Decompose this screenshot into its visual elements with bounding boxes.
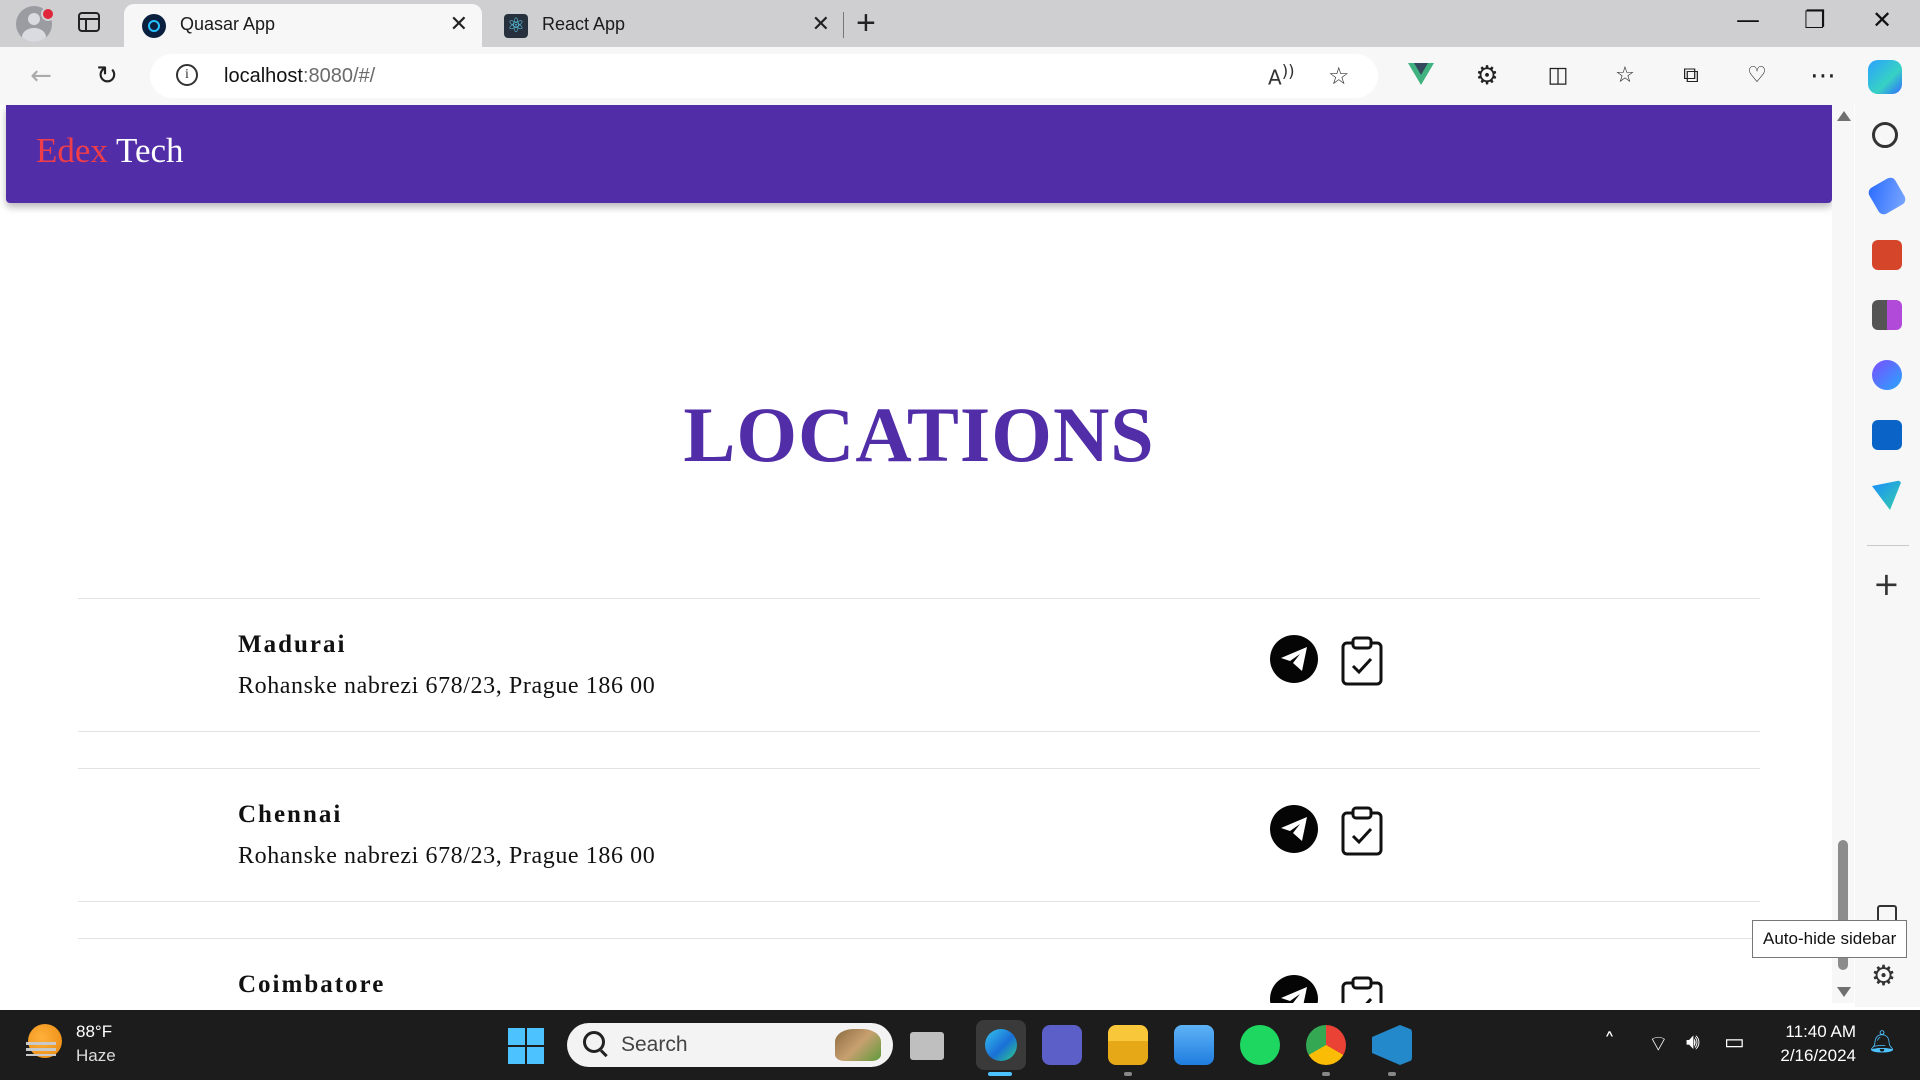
- list-item: Coimbatore: [78, 938, 1760, 1003]
- vue-devtools-icon[interactable]: [1408, 63, 1434, 85]
- list-item: Madurai Rohanske nabrezi 678/23, Prague …: [78, 598, 1760, 732]
- search-placeholder: Search: [621, 1033, 688, 1056]
- react-logo-icon: [504, 13, 528, 38]
- windows-start-icon[interactable]: [508, 1028, 544, 1064]
- drop-icon[interactable]: [1872, 480, 1902, 510]
- running-app-indicator: [1322, 1072, 1330, 1076]
- favorites-icon[interactable]: ☆: [1608, 59, 1642, 93]
- telegram-send-icon[interactable]: [1270, 635, 1318, 683]
- spotify-icon[interactable]: [1240, 1025, 1280, 1065]
- edge-taskbar-button[interactable]: [976, 1020, 1026, 1070]
- games-icon[interactable]: [1872, 300, 1902, 330]
- more-options-icon[interactable]: ⋯: [1806, 59, 1840, 93]
- minimize-button[interactable]: —: [1736, 6, 1760, 34]
- tab-title: Quasar App: [180, 14, 276, 34]
- location-name: Coimbatore: [238, 971, 386, 998]
- extensions-icon[interactable]: ⚙: [1470, 59, 1504, 93]
- tab-separator: [843, 12, 844, 38]
- notification-bell-icon[interactable]: 🔔︎: [1868, 1030, 1896, 1055]
- scroll-down-arrow-icon[interactable]: [1837, 987, 1851, 997]
- battery-icon[interactable]: ▭: [1724, 1030, 1745, 1055]
- page-title: LOCATIONS: [683, 391, 1155, 479]
- telegram-send-icon[interactable]: [1270, 805, 1318, 853]
- sidebar-tooltip: Auto-hide sidebar: [1752, 920, 1908, 958]
- clock-time: 11:40 AM: [1785, 1022, 1856, 1041]
- wifi-icon[interactable]: ⌔: [1648, 1030, 1669, 1058]
- location-name: Madurai: [238, 631, 347, 658]
- search-icon[interactable]: [1872, 122, 1898, 148]
- browser-tab-strip: Quasar App ✕ React App ✕ + — ❐ ✕: [0, 0, 1920, 47]
- quasar-logo-icon: [142, 14, 166, 38]
- tools-icon[interactable]: [1872, 240, 1902, 270]
- search-highlight-image: [835, 1029, 881, 1061]
- running-app-indicator: [1388, 1072, 1396, 1076]
- clock-date: 2/16/2024: [1780, 1046, 1856, 1065]
- address-bar[interactable]: i localhost:8080/#/ A)) ☆: [150, 54, 1378, 98]
- clipboard-check-icon[interactable]: [1340, 636, 1384, 686]
- read-aloud-icon[interactable]: A)): [1268, 62, 1295, 90]
- split-screen-icon[interactable]: ◫: [1541, 59, 1575, 93]
- microsoft-365-icon[interactable]: [1872, 360, 1902, 390]
- restore-button[interactable]: ❐: [1804, 6, 1826, 34]
- tab-react-app[interactable]: React App ✕: [486, 4, 844, 47]
- copilot-icon[interactable]: [1868, 60, 1902, 94]
- running-app-indicator: [1124, 1072, 1132, 1076]
- browser-toolbar: ← ↻ i localhost:8080/#/ A)) ☆ ⚙ ◫ ☆ ⧉ ♡ …: [0, 47, 1920, 105]
- site-info-icon[interactable]: i: [176, 64, 198, 86]
- windows-taskbar: 88°F Haze Search ˄ ⌔ 🔊︎ ▭ 11:40 AM 2/16/…: [0, 1010, 1920, 1080]
- volume-icon[interactable]: 🔊︎: [1686, 1030, 1700, 1055]
- mail-icon[interactable]: [1174, 1025, 1214, 1065]
- favorite-star-icon[interactable]: ☆: [1328, 62, 1350, 90]
- locations-list: Madurai Rohanske nabrezi 678/23, Prague …: [78, 598, 1760, 1003]
- new-tab-button[interactable]: +: [856, 4, 876, 43]
- close-tab-icon[interactable]: ✕: [450, 11, 468, 37]
- weather-haze-icon[interactable]: [26, 1024, 62, 1058]
- location-address: Rohanske nabrezi 678/23, Prague 186 00: [238, 843, 656, 869]
- browser-essentials-icon[interactable]: ♡: [1740, 59, 1774, 93]
- tab-title: React App: [542, 14, 626, 34]
- edge-browser-icon: [985, 1029, 1017, 1061]
- clipboard-check-icon[interactable]: [1340, 976, 1384, 1003]
- scroll-up-arrow-icon[interactable]: [1837, 111, 1851, 121]
- refresh-button[interactable]: ↻: [90, 59, 124, 93]
- weather-temperature[interactable]: 88°F: [76, 1022, 112, 1042]
- brand-logo[interactable]: Edex Tech: [36, 131, 184, 171]
- tab-quasar-app[interactable]: Quasar App ✕: [124, 4, 482, 47]
- teams-icon[interactable]: [1042, 1025, 1082, 1065]
- telegram-send-icon[interactable]: [1270, 975, 1318, 1003]
- page-viewport: Edex Tech LOCATIONS Madurai Rohanske nab…: [0, 105, 1838, 1003]
- location-name: Chennai: [238, 801, 343, 828]
- search-icon: [583, 1031, 605, 1053]
- list-item: Chennai Rohanske nabrezi 678/23, Prague …: [78, 768, 1760, 902]
- chrome-icon[interactable]: [1306, 1025, 1346, 1065]
- brand-second-word: Tech: [116, 131, 184, 170]
- tab-actions-icon[interactable]: [78, 12, 100, 32]
- edge-sidebar: + ⚙: [1855, 105, 1920, 1007]
- close-window-button[interactable]: ✕: [1872, 6, 1892, 34]
- back-button[interactable]: ←: [24, 59, 58, 93]
- clipboard-check-icon[interactable]: [1340, 806, 1384, 856]
- location-address: Rohanske nabrezi 678/23, Prague 186 00: [238, 673, 656, 699]
- shopping-tag-icon[interactable]: [1866, 175, 1908, 217]
- url-text[interactable]: localhost:8080/#/: [224, 65, 375, 88]
- notification-dot: [41, 7, 55, 21]
- outlook-icon[interactable]: [1872, 420, 1902, 450]
- page-scrollbar[interactable]: [1832, 105, 1854, 1003]
- sidebar-divider: [1867, 545, 1909, 546]
- system-clock[interactable]: 11:40 AM 2/16/2024: [1760, 1020, 1856, 1068]
- taskbar-search-box[interactable]: Search: [567, 1023, 893, 1067]
- task-view-icon[interactable]: [910, 1032, 944, 1060]
- file-explorer-icon[interactable]: [1108, 1025, 1148, 1065]
- collections-icon[interactable]: ⧉: [1674, 59, 1708, 93]
- add-sidebar-app-icon[interactable]: +: [1873, 565, 1900, 603]
- weather-condition[interactable]: Haze: [76, 1046, 116, 1066]
- brand-first-word: Edex: [36, 131, 108, 170]
- vscode-icon[interactable]: [1372, 1025, 1412, 1065]
- app-header: Edex Tech: [6, 105, 1832, 203]
- settings-gear-icon[interactable]: ⚙: [1871, 959, 1896, 992]
- active-app-indicator: [988, 1072, 1012, 1076]
- close-tab-icon[interactable]: ✕: [812, 11, 830, 37]
- chevron-up-icon[interactable]: ˄: [1604, 1030, 1615, 1055]
